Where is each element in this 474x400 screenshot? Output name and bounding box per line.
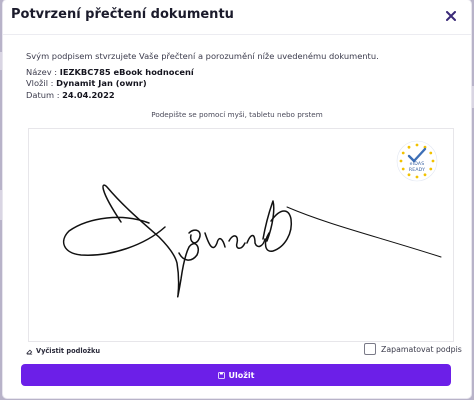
uploaded-label: Vložil : xyxy=(26,78,54,88)
save-button[interactable]: Uložit xyxy=(21,364,451,386)
save-icon xyxy=(217,371,225,379)
eidas-stars-icon xyxy=(396,140,438,182)
eraser-icon xyxy=(26,349,33,355)
remember-signature-checkbox[interactable] xyxy=(364,343,376,355)
name-label: Název : xyxy=(26,66,58,77)
info-date-row: Datum : 24.04.2022 xyxy=(26,90,379,102)
eidas-ready-label: READY xyxy=(408,168,426,173)
eidas-label: eIDAS xyxy=(409,162,425,167)
info-lead: Svým podpisem stvrzujete Vaše přečtení a… xyxy=(26,51,379,61)
save-label: Uložit xyxy=(228,370,255,380)
info-uploaded-row: Vložil : Dynamit Jan (ownr) xyxy=(26,78,379,90)
clear-pad-label: Vyčistit podložku xyxy=(36,347,101,355)
clear-pad-button[interactable]: Vyčistit podložku xyxy=(26,347,100,355)
name-value: IEZKBC785 eBook hodnocení xyxy=(59,66,194,77)
remember-signature-toggle[interactable]: Zapamatovat podpis xyxy=(364,343,462,355)
signature-stroke xyxy=(62,184,442,298)
close-button[interactable] xyxy=(443,8,459,24)
remember-signature-label: Zapamatovat podpis xyxy=(381,344,462,354)
info-name-row: Název : IEZKBC785 eBook hodnocení xyxy=(26,67,379,79)
date-label: Datum : xyxy=(26,89,60,100)
date-value: 24.04.2022 xyxy=(62,89,115,100)
signature-pad[interactable] xyxy=(28,128,454,342)
eidas-badge-icon: eIDAS READY xyxy=(395,139,439,183)
close-icon xyxy=(446,11,456,21)
uploaded-value: Dynamit Jan (ownr) xyxy=(56,78,147,88)
dialog-header: Potvrzení přečtení dokumentu xyxy=(3,0,471,35)
dialog-title: Potvrzení přečtení dokumentu xyxy=(11,7,234,22)
document-info: Svým podpisem stvrzujete Vaše přečtení a… xyxy=(26,51,379,101)
signature-hint: Podepište se pomocí myši, tabletu nebo p… xyxy=(151,110,323,119)
